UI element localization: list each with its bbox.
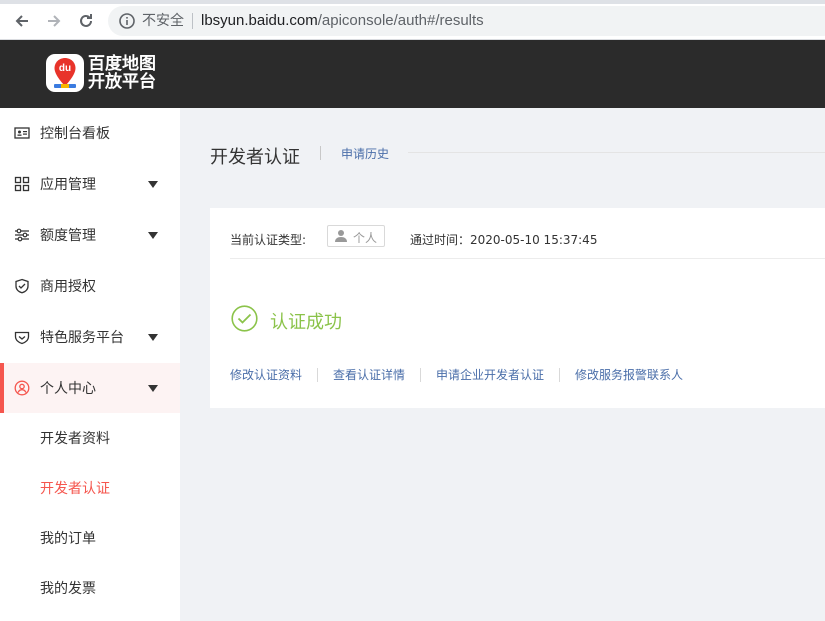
address-divider — [192, 13, 193, 29]
sliders-icon — [15, 228, 29, 242]
auth-type-label: 当前认证类型: — [230, 233, 307, 247]
caret-down-icon — [148, 180, 158, 188]
auth-type-tag: 个人 — [327, 225, 385, 247]
url-host: lbsyun.baidu.com — [201, 12, 318, 29]
sidebar-item-quota-management[interactable]: 额度管理 — [0, 210, 180, 260]
view-auth-details-link[interactable]: 查看认证详情 — [333, 366, 405, 383]
edit-alert-contact-link[interactable]: 修改服务报警联系人 — [575, 366, 683, 383]
card-divider — [230, 258, 825, 259]
link-divider — [317, 367, 319, 382]
arrow-right-icon — [48, 15, 61, 27]
sidebar-subitem-label: 我的订单 — [40, 531, 96, 547]
reload-icon — [80, 14, 92, 27]
sidebar-subitem-developer-profile[interactable]: 开发者资料 — [0, 413, 180, 463]
sidebar: 控制台看板 应用管理 额度管理 商用授权 特色服务平台 个人中心 开发者资料 开… — [0, 108, 180, 621]
page-title: 开发者认证 — [210, 147, 300, 168]
reload-button[interactable] — [74, 9, 98, 33]
sidebar-item-label: 控制台看板 — [40, 126, 110, 142]
arrow-left-icon — [15, 15, 28, 27]
baidu-map-logo[interactable]: du 百度地图 开放平台 — [46, 54, 156, 92]
sidebar-subitem-label: 开发者资料 — [40, 431, 110, 447]
security-status[interactable]: 不安全 — [142, 12, 184, 30]
sidebar-item-label: 商用授权 — [40, 279, 96, 295]
caret-down-icon — [148, 231, 158, 239]
auth-type-value: 个人 — [353, 231, 378, 245]
sidebar-item-label: 额度管理 — [40, 228, 96, 244]
heart-shield-icon — [14, 331, 30, 345]
sidebar-item-personal-center[interactable]: 个人中心 — [0, 363, 180, 413]
info-icon[interactable] — [118, 12, 136, 30]
grid-icon — [14, 176, 30, 192]
caret-down-icon — [148, 384, 158, 392]
action-links: 修改认证资料 查看认证详情 申请企业开发者认证 修改服务报警联系人 — [230, 366, 683, 383]
sidebar-item-label: 个人中心 — [40, 381, 96, 397]
url-text[interactable]: lbsyun.baidu.com/apiconsole/auth#/result… — [201, 11, 484, 31]
check-circle-icon — [231, 305, 258, 332]
logo-badge-text: du — [59, 63, 71, 74]
tab-strip-edge — [0, 0, 825, 4]
sidebar-item-label: 特色服务平台 — [40, 330, 124, 346]
id-card-icon — [14, 127, 30, 139]
pass-time: 通过时间：2020-05-10 15:37:45 — [410, 233, 598, 247]
edit-auth-info-link[interactable]: 修改认证资料 — [230, 366, 302, 383]
forward-button[interactable] — [42, 9, 66, 33]
back-button[interactable] — [10, 9, 34, 33]
link-divider — [420, 367, 422, 382]
sidebar-subitem-my-orders[interactable]: 我的订单 — [0, 513, 180, 563]
logo-line-1: 百度地图 — [88, 54, 156, 74]
sidebar-subitem-label: 我的发票 — [40, 581, 96, 597]
apply-enterprise-auth-link[interactable]: 申请企业开发者认证 — [436, 366, 544, 383]
logo-line-2: 开放平台 — [88, 72, 156, 92]
caret-down-icon — [148, 333, 158, 341]
sidebar-item-label: 应用管理 — [40, 177, 96, 193]
sidebar-item-featured-services[interactable]: 特色服务平台 — [0, 312, 180, 362]
shield-check-icon — [15, 278, 29, 294]
logo-text: 百度地图 开放平台 — [88, 55, 156, 91]
user-circle-icon — [14, 380, 30, 396]
address-bar[interactable]: 不安全 lbsyun.baidu.com/apiconsole/auth#/re… — [108, 6, 825, 36]
title-divider — [320, 146, 321, 160]
sidebar-item-commercial-license[interactable]: 商用授权 — [0, 261, 180, 311]
title-rule — [408, 152, 825, 153]
logo-badge: du — [46, 54, 84, 92]
auth-status: 认证成功 — [270, 312, 342, 333]
map-pin-icon: du — [54, 58, 76, 88]
sidebar-subitem-developer-auth[interactable]: 开发者认证 — [0, 463, 180, 513]
person-icon — [335, 230, 347, 242]
sidebar-subitem-my-invoices[interactable]: 我的发票 — [0, 563, 180, 613]
history-link[interactable]: 申请历史 — [341, 145, 389, 162]
browser-toolbar: 不安全 lbsyun.baidu.com/apiconsole/auth#/re… — [0, 0, 825, 40]
sidebar-subitem-label: 开发者认证 — [40, 481, 110, 497]
link-divider — [559, 367, 561, 382]
url-path: /apiconsole/auth#/results — [317, 12, 484, 29]
sidebar-item-dashboard[interactable]: 控制台看板 — [0, 108, 180, 158]
auth-result-card: 当前认证类型: 个人 通过时间：2020-05-10 15:37:45 认证成功… — [210, 208, 825, 408]
app-header: du 百度地图 开放平台 — [0, 40, 825, 108]
sidebar-item-app-management[interactable]: 应用管理 — [0, 159, 180, 209]
